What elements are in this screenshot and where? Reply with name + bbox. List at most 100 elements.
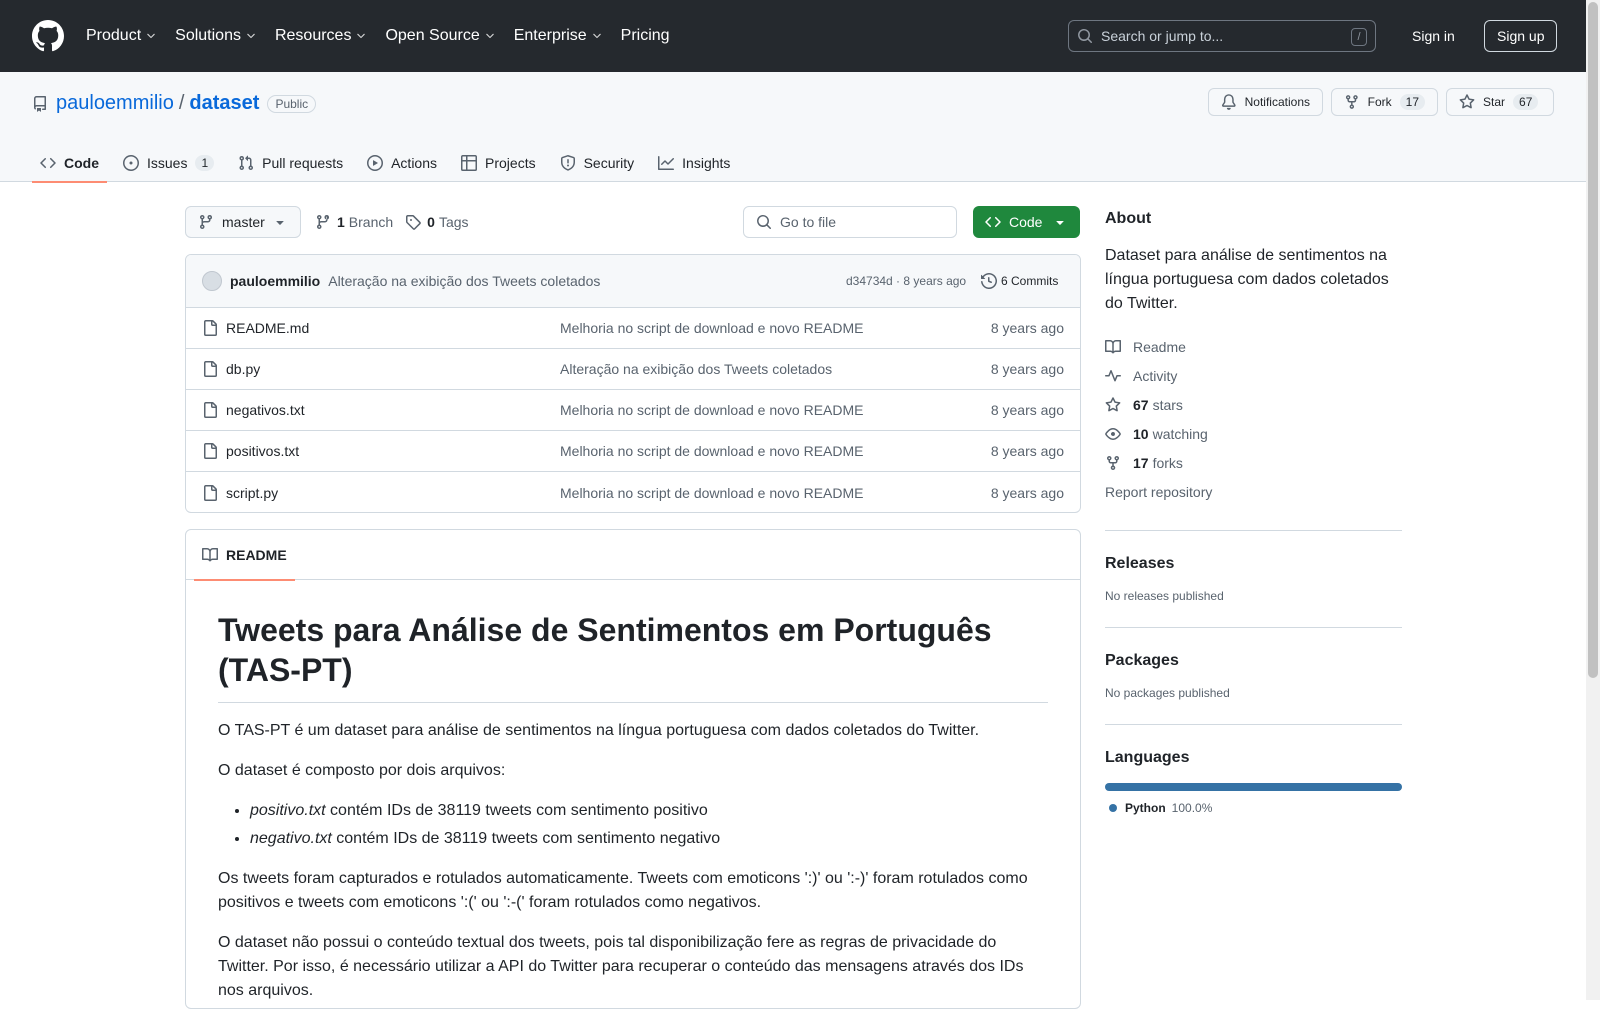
commit-hash-age[interactable]: d34734d · 8 years ago (846, 274, 966, 288)
nav-resources[interactable]: Resources (275, 27, 367, 45)
tab-readme[interactable]: README (194, 530, 295, 581)
file-age: 8 years ago (990, 320, 1064, 336)
table-row[interactable]: script.py Melhoria no script de download… (186, 472, 1080, 512)
tab-code[interactable]: Code (32, 144, 107, 183)
tab-code-label: Code (64, 155, 99, 171)
notifications-button[interactable]: Notifications (1208, 88, 1323, 116)
tags-link[interactable]: 0 Tags (405, 214, 469, 230)
watching-label: watching (1152, 425, 1208, 442)
avatar[interactable] (202, 271, 222, 291)
file-commit-message[interactable]: Melhoria no script de download e novo RE… (560, 402, 864, 418)
tab-security[interactable]: Security (552, 144, 643, 182)
file-name-link[interactable]: README.md (226, 320, 309, 336)
language-percent: 100.0% (1171, 801, 1213, 815)
global-search-input[interactable]: Search or jump to... / (1068, 20, 1376, 52)
table-row[interactable]: negativos.txt Melhoria no script de down… (186, 390, 1080, 431)
file-name-link[interactable]: script.py (226, 485, 278, 501)
nav-enterprise[interactable]: Enterprise (514, 27, 603, 45)
file-commit-message[interactable]: Melhoria no script de download e novo RE… (560, 443, 864, 459)
star-icon (1459, 94, 1475, 109)
file-icon (204, 443, 217, 459)
forks-link[interactable]: 17 forks (1105, 448, 1402, 477)
stars-label: stars (1152, 396, 1183, 413)
fork-button[interactable]: Fork 17 (1331, 88, 1438, 116)
table-row[interactable]: db.py Alteração na exibição dos Tweets c… (186, 349, 1080, 390)
nav-pricing[interactable]: Pricing (621, 27, 670, 45)
file-commit-message[interactable]: Alteração na exibição dos Tweets coletad… (560, 361, 832, 377)
star-icon (1105, 396, 1121, 411)
caret-down-icon (1056, 221, 1064, 225)
go-to-file-input[interactable]: Go to file (743, 206, 957, 238)
report-repository-link[interactable]: Report repository (1105, 477, 1402, 506)
file-name-link[interactable]: positivos.txt (226, 443, 299, 459)
tab-issues[interactable]: Issues 1 (115, 144, 222, 182)
nav-open-source[interactable]: Open Source (385, 27, 495, 45)
stars-count: 67 (1133, 396, 1149, 413)
languages-section: Languages Python 100.0% (1105, 724, 1402, 815)
commit-message-link[interactable]: Alteração na exibição dos Tweets coletad… (328, 273, 600, 289)
tab-projects[interactable]: Projects (453, 144, 544, 182)
tab-pull-requests[interactable]: Pull requests (230, 144, 351, 182)
issues-count: 1 (195, 155, 215, 171)
watching-link[interactable]: 10 watching (1105, 419, 1402, 448)
about-heading: About (1105, 210, 1152, 227)
file-list: pauloemmilio Alteração na exibição dos T… (185, 254, 1081, 513)
github-logo-icon[interactable] (32, 20, 64, 52)
stars-link[interactable]: 67 stars (1105, 390, 1402, 419)
branch-name: master (222, 214, 265, 230)
readme-link[interactable]: Readme (1105, 332, 1402, 361)
tab-insights[interactable]: Insights (650, 144, 738, 182)
file-icon (204, 402, 217, 418)
nav-solutions[interactable]: Solutions (175, 27, 257, 45)
fork-icon (1345, 95, 1358, 109)
file-name-link[interactable]: db.py (226, 361, 260, 377)
repo-name-link[interactable]: dataset (189, 92, 259, 115)
sign-up-button[interactable]: Sign up (1484, 20, 1558, 52)
search-icon (1078, 29, 1092, 43)
tab-actions[interactable]: Actions (359, 144, 445, 182)
table-row[interactable]: positivos.txt Melhoria no script de down… (186, 431, 1080, 472)
activity-link-label: Activity (1133, 367, 1178, 384)
commit-author-link[interactable]: pauloemmilio (230, 273, 320, 289)
language-item[interactable]: Python 100.0% (1105, 801, 1402, 815)
sign-in-link[interactable]: Sign in (1412, 28, 1455, 44)
file-commit-message[interactable]: Melhoria no script de download e novo RE… (560, 320, 864, 336)
releases-heading[interactable]: Releases (1105, 555, 1402, 573)
file-commit-message[interactable]: Melhoria no script de download e novo RE… (560, 485, 864, 501)
file-age: 8 years ago (990, 402, 1064, 418)
list-item: positivo.txt contém IDs de 38119 tweets … (250, 799, 1048, 823)
repo-sidebar: About Dataset para análise de sentimento… (1105, 210, 1402, 815)
branch-tag-info: 1 Branch 0 Tags (315, 214, 469, 230)
readme-paragraph: O dataset não possui o conteúdo textual … (218, 934, 1024, 999)
global-header: Product Solutions Resources Open Source … (0, 0, 1586, 72)
caret-down-icon (276, 221, 284, 225)
list-item-text: contém IDs de 38119 tweets com sentiment… (325, 802, 708, 819)
chevron-down-icon (357, 33, 366, 39)
branch-count: 1 (337, 214, 345, 230)
tag-icon (406, 215, 421, 230)
code-dropdown-button[interactable]: Code (973, 206, 1080, 238)
repo-owner-link[interactable]: pauloemmilio (56, 92, 174, 115)
packages-section: Packages No packages published (1105, 627, 1402, 700)
nav-product-label: Product (86, 27, 142, 44)
search-placeholder: Search or jump to... (1101, 28, 1224, 44)
file-icon (204, 361, 217, 377)
commits-link[interactable]: 6 Commits (981, 273, 1058, 289)
nav-product[interactable]: Product (86, 27, 157, 45)
table-row[interactable]: README.md Melhoria no script de download… (186, 308, 1080, 349)
notifications-label: Notifications (1244, 95, 1310, 109)
branches-link[interactable]: 1 Branch (315, 214, 393, 230)
star-button[interactable]: Star 67 (1446, 88, 1554, 116)
scrollbar-thumb[interactable] (1588, 2, 1598, 678)
readme-tab-label: README (226, 546, 287, 563)
forks-label: forks (1152, 454, 1183, 471)
activity-link[interactable]: Activity (1105, 361, 1402, 390)
go-to-file-placeholder: Go to file (780, 214, 837, 230)
nav-pricing-label: Pricing (620, 27, 670, 44)
issue-icon (123, 155, 139, 171)
branch-select-button[interactable]: master (185, 206, 301, 238)
file-name-link[interactable]: negativos.txt (226, 402, 305, 418)
readme-title: Tweets para Análise de Sentimentos em Po… (218, 610, 1048, 703)
repo-header: pauloemmilio / dataset Public Notificati… (0, 72, 1586, 183)
packages-heading[interactable]: Packages (1105, 652, 1402, 670)
